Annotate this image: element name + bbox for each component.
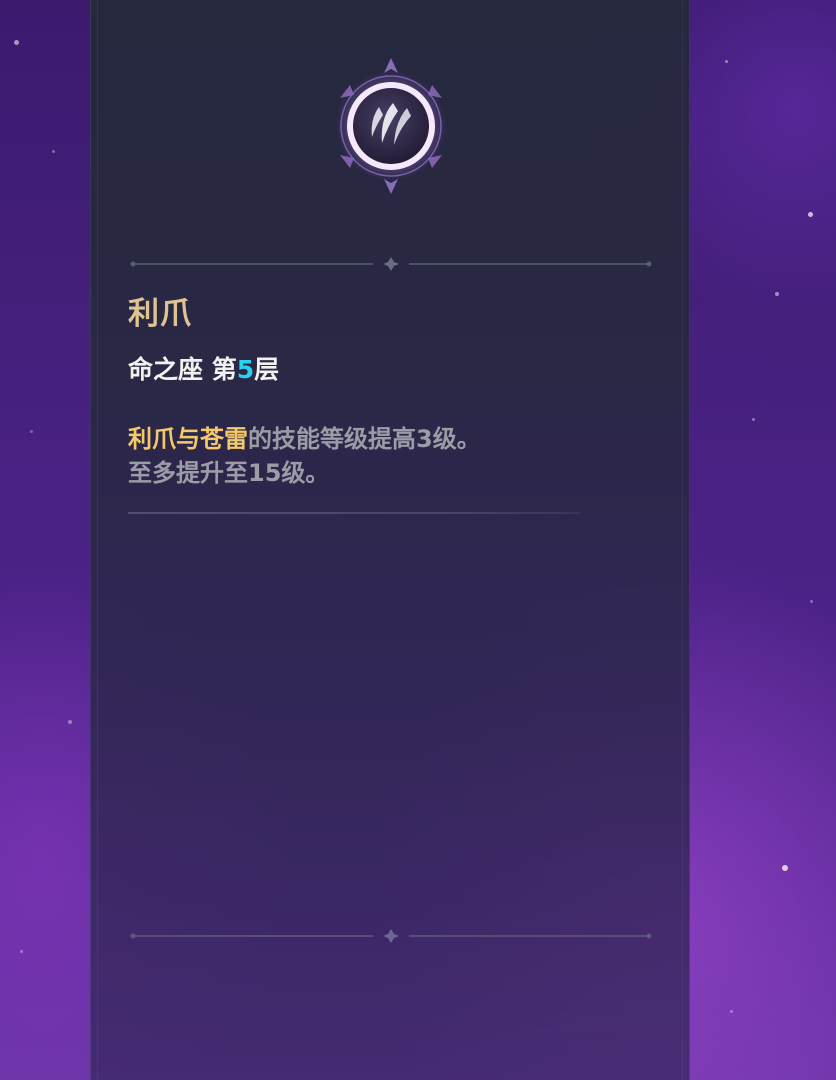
panel-inner-border	[682, 0, 683, 1080]
constellation-level-number: 5	[236, 355, 255, 384]
description-line-2: 至多提升至15级。	[128, 459, 330, 487]
panel-inner-border	[97, 0, 98, 1080]
description-highlight: 利爪与苍雷	[128, 425, 248, 453]
star-decoration	[775, 292, 779, 296]
description-line-1-rest: 的技能等级提高3级。	[248, 425, 481, 453]
star-decoration	[68, 720, 72, 724]
constellation-suffix: 层	[254, 355, 280, 384]
star-decoration	[782, 865, 788, 871]
star-decoration	[730, 1010, 733, 1013]
skill-description: 利爪与苍雷的技能等级提高3级。 至多提升至15级。	[128, 422, 481, 490]
star-decoration	[14, 40, 19, 45]
skill-title: 利爪	[128, 296, 192, 332]
star-decoration	[752, 418, 755, 421]
claw-slash-icon	[336, 58, 446, 194]
constellation-level-label: 命之座 第5层	[128, 350, 279, 386]
section-divider	[130, 257, 652, 271]
star-decoration	[810, 600, 813, 603]
star-decoration	[30, 430, 33, 433]
section-divider-bottom	[130, 929, 652, 943]
description-underline	[128, 512, 580, 514]
star-decoration	[808, 212, 813, 217]
constellation-detail-panel: 利爪 命之座 第5层 利爪与苍雷的技能等级提高3级。 至多提升至15级。	[90, 0, 690, 1080]
star-decoration	[725, 60, 728, 63]
star-decoration	[20, 950, 23, 953]
star-decoration	[52, 150, 55, 153]
description-line-1: 利爪与苍雷的技能等级提高3级。	[128, 422, 481, 456]
constellation-prefix: 命之座 第	[128, 355, 237, 384]
